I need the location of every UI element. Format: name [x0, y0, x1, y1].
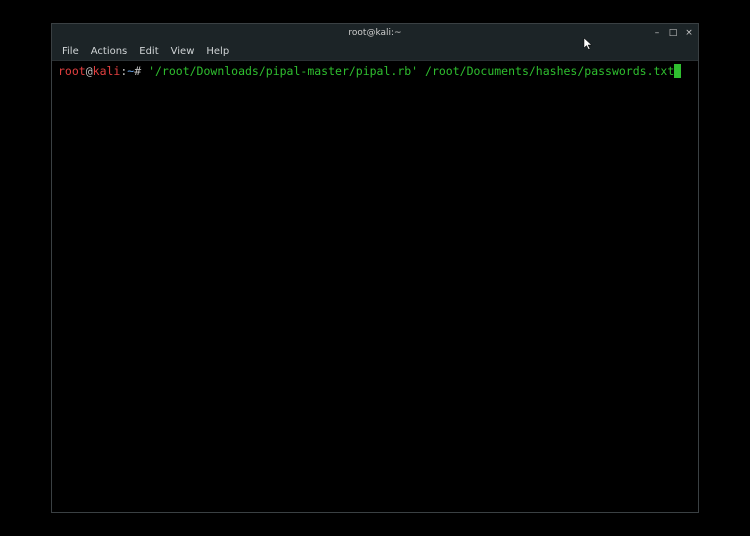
menu-edit[interactable]: Edit: [139, 46, 158, 57]
prompt-at: @: [86, 64, 93, 78]
terminal-window: root@kali:~ – □ × File Actions Edit View…: [51, 23, 699, 513]
prompt-host: kali: [93, 64, 121, 78]
menu-view[interactable]: View: [171, 46, 195, 57]
menu-actions[interactable]: Actions: [91, 46, 128, 57]
close-button[interactable]: ×: [684, 29, 694, 38]
minimize-button[interactable]: –: [652, 29, 662, 38]
terminal-content[interactable]: root@kali:~# '/root/Downloads/pipal-mast…: [52, 61, 698, 512]
menu-help[interactable]: Help: [206, 46, 229, 57]
prompt-hash: #: [134, 64, 148, 78]
window-title: root@kali:~: [348, 28, 401, 38]
cursor-icon: [674, 64, 681, 78]
titlebar[interactable]: root@kali:~ – □ ×: [52, 24, 698, 42]
menu-file[interactable]: File: [62, 46, 79, 57]
prompt-user: root: [58, 64, 86, 78]
maximize-button[interactable]: □: [668, 29, 678, 38]
window-controls: – □ ×: [652, 24, 694, 42]
menubar: File Actions Edit View Help: [52, 42, 698, 61]
command-text: '/root/Downloads/pipal-master/pipal.rb' …: [148, 64, 674, 78]
